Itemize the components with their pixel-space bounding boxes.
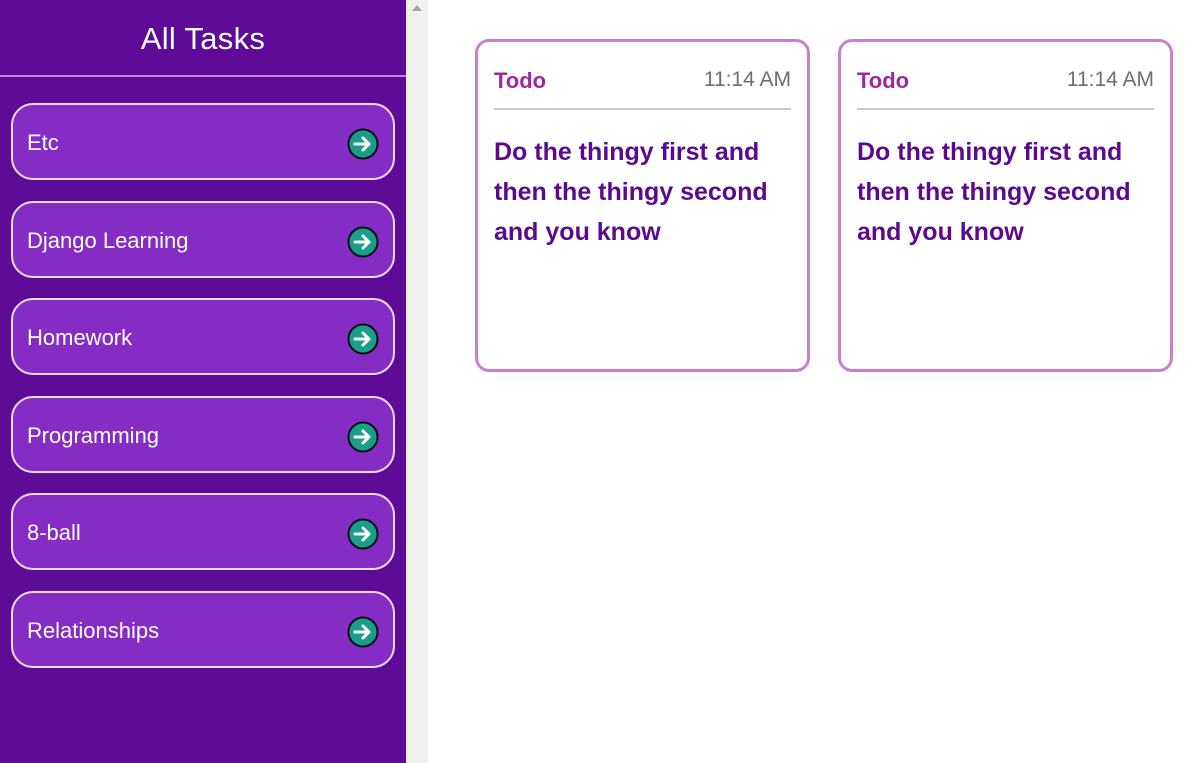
timestamp: 11:14 AM [1066,68,1154,91]
card-header: Todo 11:14 AM [857,42,1154,110]
task-card[interactable]: Todo 11:14 AM Do the thingy first and th… [475,39,810,372]
sidebar: All Tasks Etc Django Learning Homework P… [0,0,406,763]
app-window: All Tasks Etc Django Learning Homework P… [0,0,1201,763]
arrow-right-circle-icon[interactable] [347,128,379,160]
scroll-up-arrow-icon[interactable] [412,5,422,11]
sidebar-item-label: Homework [27,325,133,350]
sidebar-item-programming[interactable]: Programming [11,396,395,473]
scrollbar[interactable] [406,0,428,763]
sidebar-item-label: 8-ball [27,520,81,545]
sidebar-item-label: Relationships [27,618,160,643]
sidebar-item-label: Django Learning [27,228,189,253]
arrow-right-circle-icon[interactable] [347,323,379,355]
card-header: Todo 11:14 AM [494,42,791,110]
arrow-right-circle-icon[interactable] [347,226,379,258]
task-description: Do the thingy first and then the thingy … [857,138,1131,246]
sidebar-item-homework[interactable]: Homework [11,298,395,375]
sidebar-item-etc[interactable]: Etc [11,103,395,180]
status-label: Todo [857,68,910,93]
sidebar-item-django-learning[interactable]: Django Learning [11,201,395,278]
timestamp: 11:14 AM [703,68,791,91]
sidebar-item-label: Etc [27,130,59,155]
arrow-right-circle-icon[interactable] [347,421,379,453]
sidebar-title: All Tasks [0,0,406,77]
sidebar-item-label: Programming [27,423,160,448]
arrow-right-circle-icon[interactable] [347,616,379,648]
sidebar-item-relationships[interactable]: Relationships [11,591,395,668]
sidebar-item-8-ball[interactable]: 8-ball [11,493,395,570]
status-label: Todo [494,68,547,93]
arrow-right-circle-icon[interactable] [347,518,379,550]
task-description: Do the thingy first and then the thingy … [494,138,768,246]
task-card[interactable]: Todo 11:14 AM Do the thingy first and th… [838,39,1173,372]
